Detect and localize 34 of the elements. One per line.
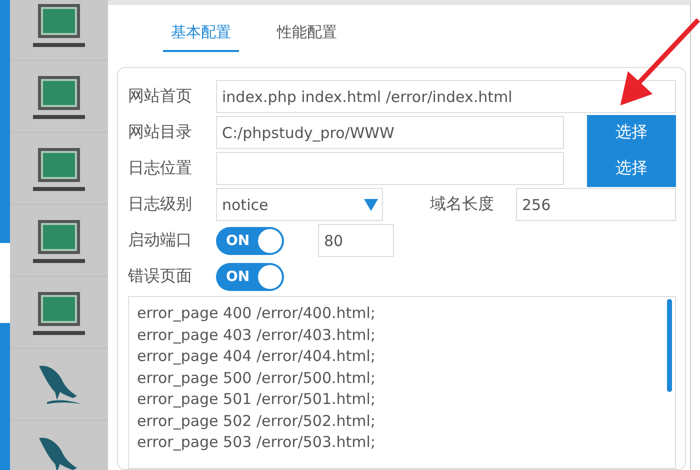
toggle-switch[interactable]: ON <box>216 226 284 254</box>
select-button[interactable]: 选择 <box>587 114 676 150</box>
laptop-icon[interactable] <box>33 290 85 336</box>
input-field[interactable] <box>216 152 564 185</box>
field-label: 域名长度 <box>430 194 495 215</box>
field-label: 错误页面 <box>128 266 193 287</box>
input-field[interactable]: index.php index.html /error/index.html <box>216 80 676 113</box>
input-field[interactable]: C:/phpstudy_pro/WWW <box>216 116 564 149</box>
input-field[interactable]: 80 <box>318 224 394 257</box>
laptop-icon[interactable] <box>33 218 85 264</box>
config-line: error_page 502 /error/502.html; <box>137 410 376 432</box>
config-line: error_page 404 /error/404.html; <box>137 346 376 367</box>
field-label: 日志位置 <box>128 158 193 179</box>
laptop-icon[interactable] <box>33 2 85 48</box>
dropdown[interactable]: notice <box>216 188 383 221</box>
field-label: 网站目录 <box>128 122 193 143</box>
select-button[interactable]: 选择 <box>587 150 676 186</box>
laptop-icon[interactable] <box>33 74 85 120</box>
config-line: error_page 400 /error/400.html; <box>137 303 376 324</box>
config-line: error_page 500 /error/500.html; <box>137 368 376 388</box>
field-label: 网站首页 <box>128 86 193 107</box>
config-line: error_page 503 /error/503.html; <box>137 432 376 453</box>
caret-icon <box>364 198 378 210</box>
scrollbar[interactable] <box>667 299 672 392</box>
config-line: error_page 501 /error/501.html; <box>137 389 376 410</box>
field-label: 启动端口 <box>128 230 193 251</box>
input-field[interactable]: 256 <box>516 188 676 221</box>
field-label: 日志级别 <box>128 194 193 215</box>
tab[interactable]: 性能配置 <box>269 23 345 50</box>
laptop-icon[interactable] <box>33 146 85 192</box>
config-text-area[interactable] <box>128 296 676 469</box>
config-line: error_page 403 /error/403.html; <box>137 324 376 346</box>
tab[interactable]: 基本配置 <box>163 23 239 52</box>
toggle-switch[interactable]: ON <box>216 262 284 290</box>
